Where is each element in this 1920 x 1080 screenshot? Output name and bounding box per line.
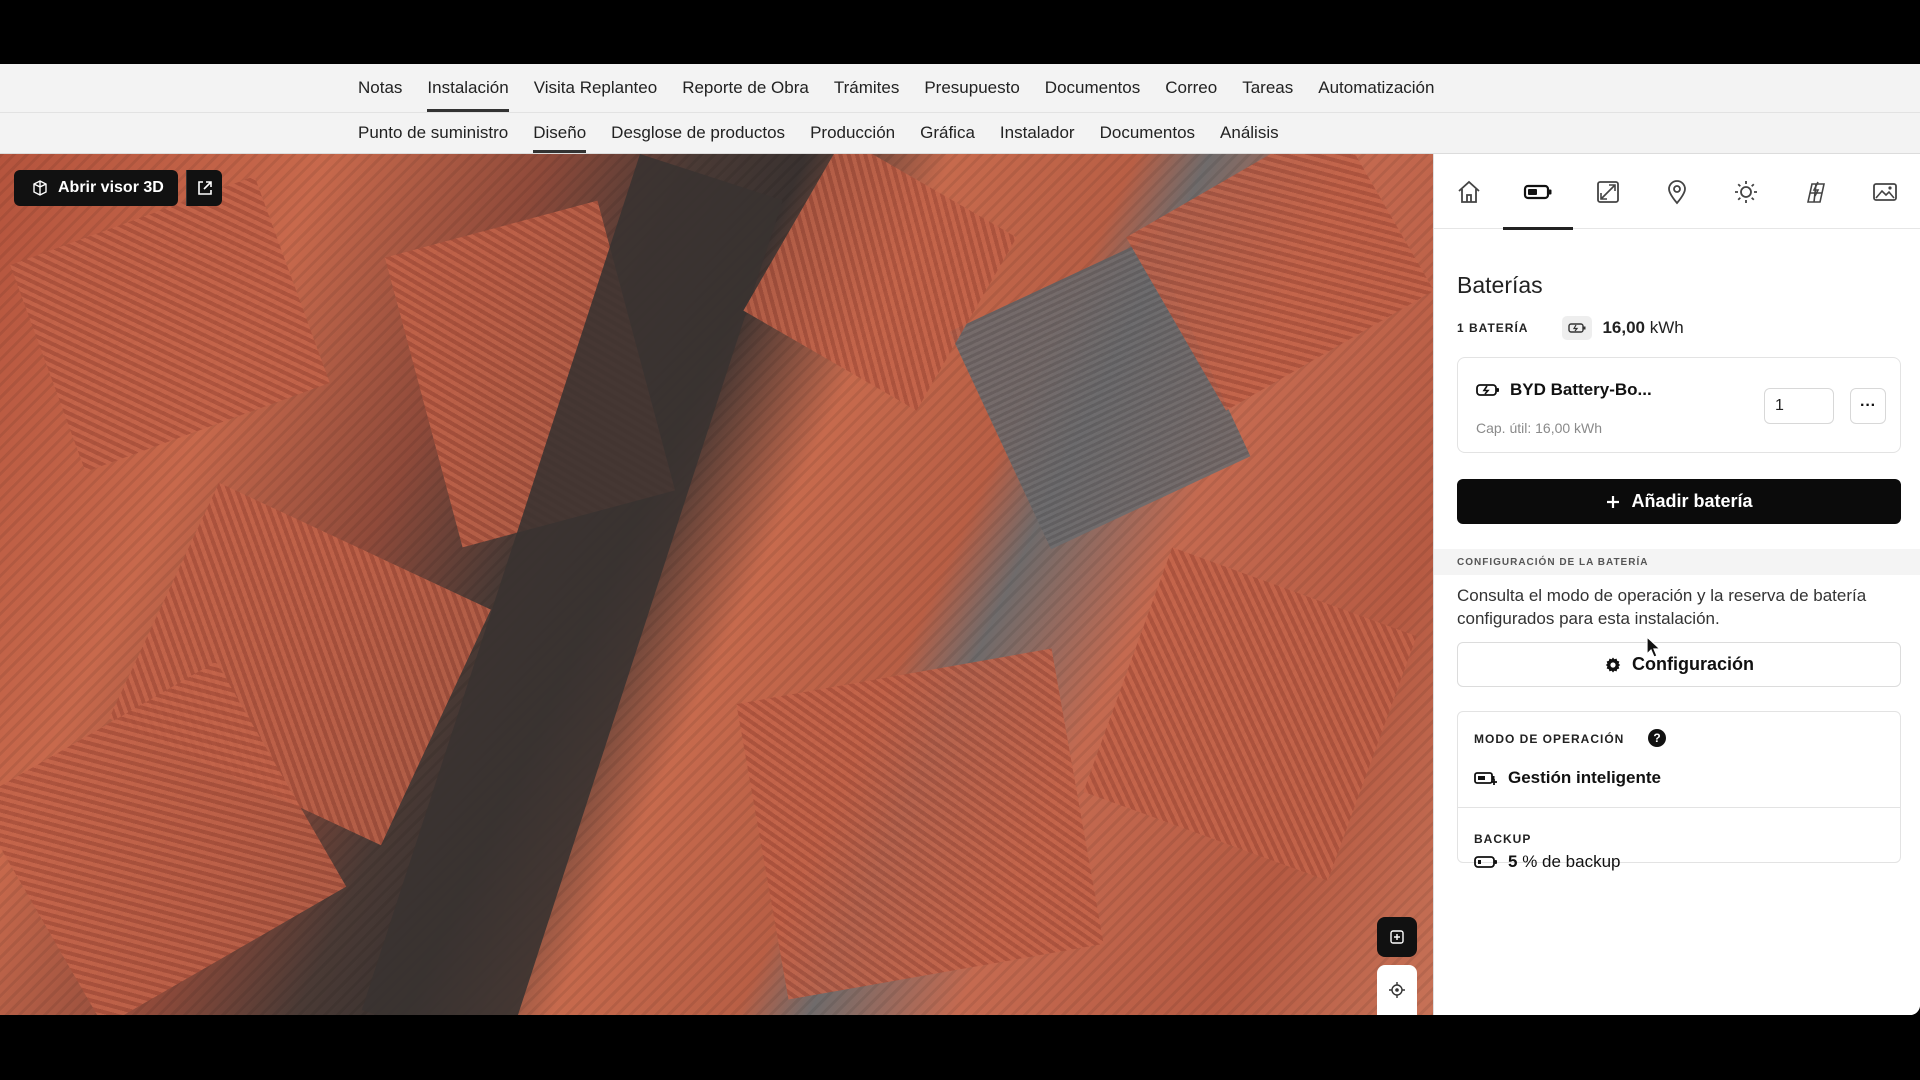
battery-quantity-input[interactable] xyxy=(1764,388,1834,424)
battery-panel: Baterías 1 BATERÍA 16,00 kWh BYD Battery… xyxy=(1433,154,1920,1015)
solar-roof-icon xyxy=(1806,181,1825,203)
location-pin-icon xyxy=(1668,179,1686,204)
gear-icon xyxy=(1605,657,1621,672)
section-title: Baterías xyxy=(1457,272,1543,298)
backup-value: 5 % de backup xyxy=(1474,852,1621,872)
battery-card-title: BYD Battery-Bo... xyxy=(1476,380,1652,400)
battery-charge-icon xyxy=(1476,384,1499,396)
backup-label: BACKUP xyxy=(1474,832,1532,846)
tab-secondary-2[interactable]: Desglose de productos xyxy=(611,113,785,153)
config-description: Consulta el modo de operación y la reser… xyxy=(1457,586,1867,628)
battery-capacity: Cap. útil: 16,00 kWh xyxy=(1476,420,1603,436)
tab-home[interactable] xyxy=(1434,154,1503,229)
image-icon xyxy=(1873,182,1898,201)
total-capacity: 16,00 kWh xyxy=(1602,318,1683,338)
map-roof xyxy=(736,648,1104,1000)
panel-layout-icon xyxy=(1596,180,1619,203)
battery-more-button[interactable]: ··· xyxy=(1850,388,1886,424)
tab-secondary-1[interactable]: Diseño xyxy=(533,113,586,153)
tab-primary-0[interactable]: Notas xyxy=(358,64,402,112)
add-battery-label: Añadir batería xyxy=(1631,491,1753,511)
satellite-map[interactable]: Abrir visor 3D xyxy=(0,154,1433,1015)
backup-percent: 5 xyxy=(1508,852,1518,871)
tab-images[interactable] xyxy=(1851,154,1920,229)
operation-mode-text: Gestión inteligente xyxy=(1508,768,1662,787)
map-roof xyxy=(1083,547,1417,881)
battery-icon xyxy=(1524,184,1552,199)
battery-chip xyxy=(1562,316,1593,340)
tab-irradiance[interactable] xyxy=(1712,154,1781,229)
home-icon xyxy=(1458,180,1480,203)
add-battery-button[interactable]: Añadir batería xyxy=(1457,479,1901,524)
primary-tabs: Notas Instalación Visita Replanteo Reporte … xyxy=(0,64,1920,113)
crosshair-icon xyxy=(1389,982,1405,998)
battery-summary: 1 BATERÍA 16,00 kWh xyxy=(1457,316,1684,340)
battery-config-summary: MODO DE OPERACIÓN ? Gestión inteligente … xyxy=(1457,711,1901,871)
open-3d-viewer-button[interactable]: Abrir visor 3D xyxy=(14,170,178,206)
external-link-icon xyxy=(197,181,212,195)
tab-secondary-5[interactable]: Instalador xyxy=(1000,113,1075,153)
configuration-button[interactable]: Configuración xyxy=(1457,642,1901,687)
open-external-button[interactable] xyxy=(186,170,222,206)
tab-primary-6[interactable]: Documentos xyxy=(1045,64,1140,112)
total-capacity-unit: kWh xyxy=(1649,318,1684,337)
battery-low-icon xyxy=(1474,856,1497,868)
backup-text: % de backup xyxy=(1522,852,1621,871)
window-bottom-bar xyxy=(0,1015,1920,1080)
tab-secondary-3[interactable]: Producción xyxy=(810,113,895,153)
tab-battery[interactable] xyxy=(1503,154,1574,230)
secondary-tabs: Punto de suministro Diseño Desglose de pro… xyxy=(0,113,1920,154)
tab-primary-5[interactable]: Presupuesto xyxy=(924,64,1019,112)
map-layers-button[interactable] xyxy=(1377,917,1417,957)
config-section-label: CONFIGURACIÓN DE LA BATERÍA xyxy=(1457,557,1649,568)
cube-icon xyxy=(33,180,47,196)
sun-icon xyxy=(1735,180,1758,203)
tab-secondary-6[interactable]: Documentos xyxy=(1100,113,1195,153)
tab-primary-4[interactable]: Trámites xyxy=(834,64,900,112)
plus-icon xyxy=(1607,495,1620,508)
open-3d-viewer-label: Abrir visor 3D xyxy=(58,179,164,196)
tab-primary-2[interactable]: Visita Replanteo xyxy=(534,64,658,112)
config-section-header: CONFIGURACIÓN DE LA BATERÍA xyxy=(1434,549,1920,575)
operation-mode-label: MODO DE OPERACIÓN xyxy=(1474,732,1625,746)
tab-primary-7[interactable]: Correo xyxy=(1165,64,1217,112)
tab-primary-9[interactable]: Automatización xyxy=(1318,64,1434,112)
mouse-cursor-icon xyxy=(1646,636,1662,658)
tab-solar-roof[interactable] xyxy=(1781,154,1850,229)
battery-count: 1 BATERÍA xyxy=(1457,321,1529,335)
panel-icon-tabs xyxy=(1434,154,1920,230)
battery-card: BYD Battery-Bo... Cap. útil: 16,00 kWh ·… xyxy=(1457,357,1901,453)
tab-primary-8[interactable]: Tareas xyxy=(1242,64,1293,112)
window-top-bar xyxy=(0,0,1920,64)
tab-secondary-4[interactable]: Gráfica xyxy=(920,113,975,153)
map-roof xyxy=(10,176,330,472)
app-window: Notas Instalación Visita Replanteo Reporte … xyxy=(0,64,1920,1015)
battery-charge-icon xyxy=(1568,323,1586,333)
tab-location[interactable] xyxy=(1642,154,1711,229)
battery-name: BYD Battery-Bo... xyxy=(1510,380,1652,399)
tab-secondary-0[interactable]: Punto de suministro xyxy=(358,113,508,153)
tab-panel-layout[interactable] xyxy=(1573,154,1642,229)
tab-secondary-7[interactable]: Análisis xyxy=(1220,113,1279,153)
tab-primary-1[interactable]: Instalación xyxy=(427,64,509,112)
grid-select-icon xyxy=(1390,930,1404,944)
operation-mode-value: Gestión inteligente xyxy=(1474,768,1661,788)
battery-smart-icon xyxy=(1474,772,1497,785)
total-capacity-value: 16,00 xyxy=(1602,318,1645,337)
operation-mode-row: MODO DE OPERACIÓN ? Gestión inteligente xyxy=(1458,712,1900,808)
map-locate-button[interactable] xyxy=(1377,965,1417,1015)
tab-primary-3[interactable]: Reporte de Obra xyxy=(682,64,809,112)
help-icon[interactable]: ? xyxy=(1648,729,1666,747)
